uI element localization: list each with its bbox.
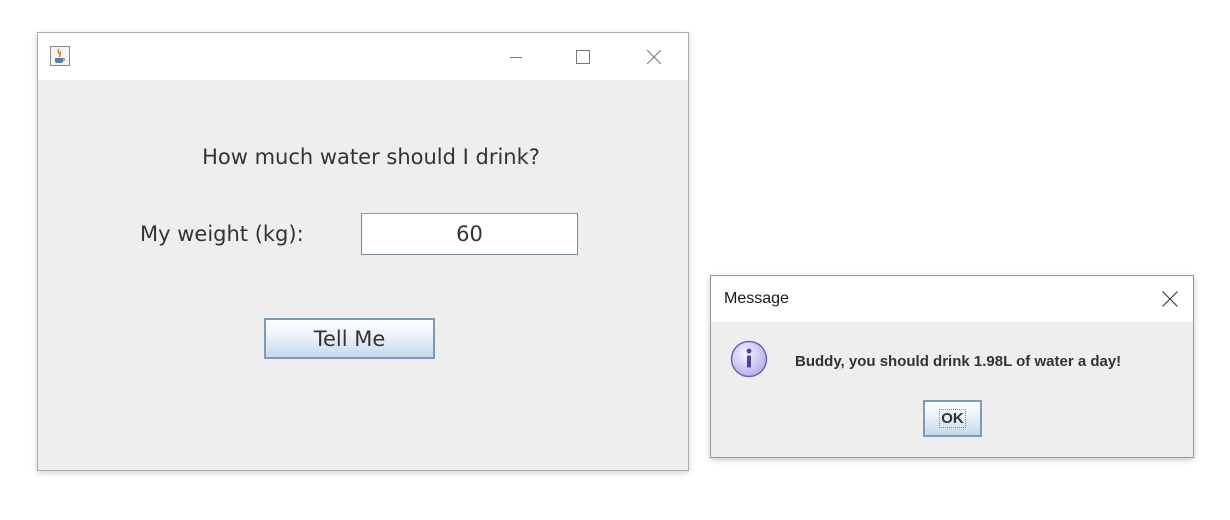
minimize-icon: [510, 56, 522, 58]
weight-label: My weight (kg):: [140, 222, 304, 246]
message-dialog: Message Buddy, you should drink 1.98L of…: [710, 275, 1194, 458]
dialog-message: Buddy, you should drink 1.98L of water a…: [795, 353, 1122, 370]
tell-me-button[interactable]: Tell Me: [264, 318, 435, 359]
java-cup-icon: [50, 46, 70, 66]
information-icon: [730, 340, 768, 378]
main-window: How much water should I drink? My weight…: [37, 32, 689, 471]
maximize-button[interactable]: [560, 33, 606, 80]
maximize-icon: [576, 49, 590, 64]
ok-button-label: OK: [939, 409, 966, 428]
dialog-titlebar[interactable]: Message: [711, 276, 1193, 322]
ok-button[interactable]: OK: [923, 400, 982, 437]
close-icon: [1162, 291, 1178, 307]
close-icon: [647, 49, 661, 64]
dialog-close-button[interactable]: [1147, 276, 1193, 322]
dialog-title: Message: [724, 290, 789, 307]
window-titlebar[interactable]: [38, 33, 688, 80]
page-heading: How much water should I drink?: [202, 145, 540, 169]
minimize-button[interactable]: [493, 33, 539, 80]
close-button[interactable]: [631, 33, 677, 80]
weight-input[interactable]: [361, 213, 578, 255]
